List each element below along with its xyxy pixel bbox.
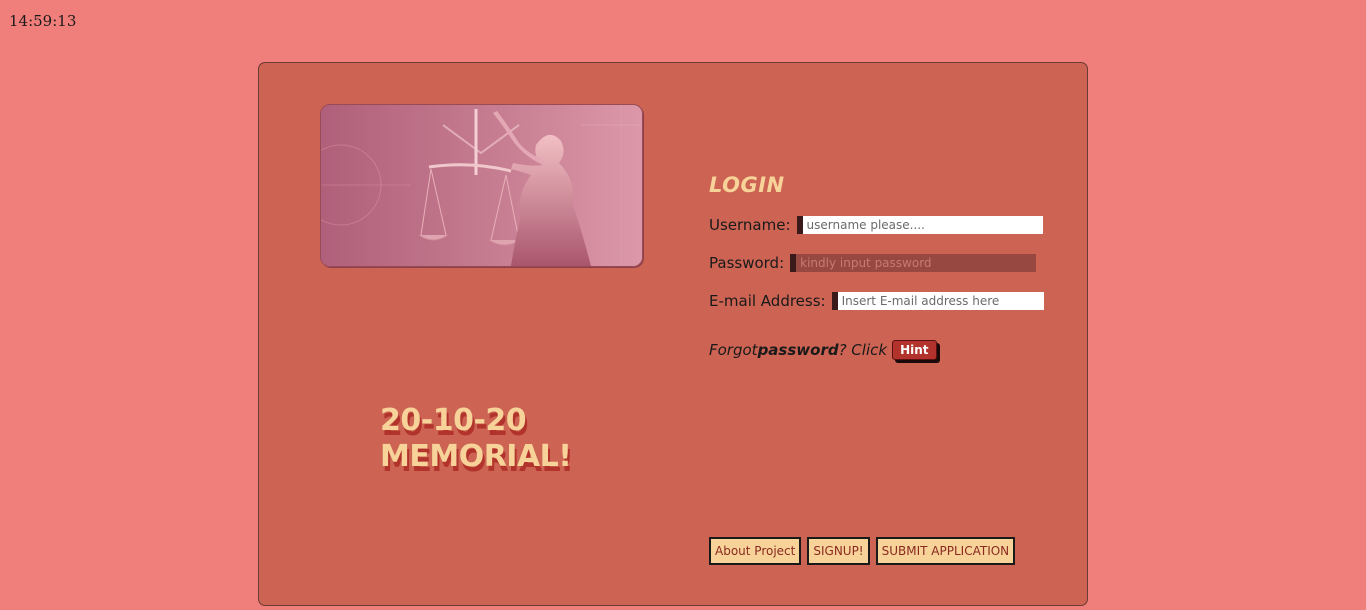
forgot-prefix: Forgot [709,341,758,359]
about-project-button[interactable]: About Project [709,537,802,565]
email-row: E-mail Address: [709,291,1049,311]
login-form: LOGIN Username: Password: E-mail Address… [709,173,1049,360]
lady-justice-image [320,104,643,267]
hint-button[interactable]: Hint [892,340,937,360]
password-label: Password: [709,254,785,272]
signup-button[interactable]: SIGNUP! [807,537,870,565]
submit-application-button[interactable]: SUBMIT APPLICATION [875,537,1016,565]
banner-memorial: MEMORIAL! [380,439,572,474]
email-input[interactable] [831,292,1044,310]
login-card: 20-10-20 MEMORIAL! LOGIN Username: Passw… [258,62,1088,606]
username-label: Username: [709,216,791,234]
username-input[interactable] [796,216,1043,234]
forgot-password-text: Forgot password ? Click Hint [709,340,1049,360]
password-row: Password: [709,253,1049,273]
login-title: LOGIN [709,173,785,197]
password-input[interactable] [790,254,1037,272]
memorial-banner: 20-10-20 MEMORIAL! [380,403,572,475]
username-row: Username: [709,215,1049,235]
clock: 14:59:13 [9,12,77,30]
email-label: E-mail Address: [709,292,826,310]
action-buttons: About Project SIGNUP! SUBMIT APPLICATION [709,537,1016,565]
forgot-suffix: ? Click [838,341,888,359]
forgot-password-word: password [757,341,839,359]
banner-date: 20-10-20 [380,403,527,438]
